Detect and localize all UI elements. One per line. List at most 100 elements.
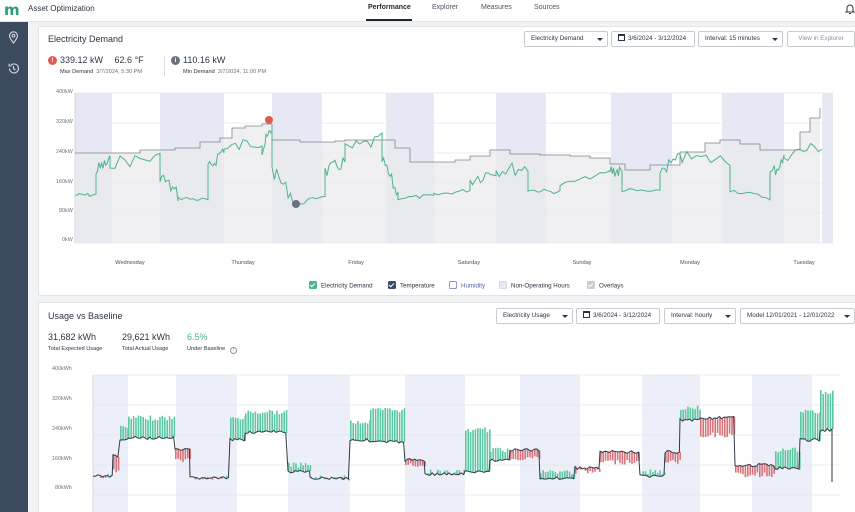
checkbox-icon [587, 281, 595, 289]
under-baseline-bar [628, 452, 631, 463]
non-operating-band [752, 375, 812, 512]
legend-humidity[interactable]: Humidity [449, 281, 485, 290]
over-baseline-bar [779, 451, 782, 467]
under-baseline-bar [519, 450, 522, 461]
over-baseline-bar [822, 394, 824, 430]
over-baseline-bar [273, 414, 276, 431]
over-baseline-bar [382, 409, 384, 442]
over-baseline-bar [497, 447, 499, 461]
under-baseline-bar [728, 416, 731, 434]
over-baseline-bar [254, 411, 257, 434]
legend-electricity-demand[interactable]: Electricity Demand [309, 281, 373, 290]
over-baseline-bar [366, 423, 369, 439]
over-baseline-bar [394, 410, 396, 442]
under-baseline-bar [604, 451, 607, 461]
under-baseline-bar [117, 456, 120, 471]
over-baseline-bar [502, 450, 504, 461]
legend-temperature[interactable]: Temperature [388, 281, 435, 290]
non-operating-band [176, 375, 237, 512]
legend-label: Electricity Demand [321, 282, 373, 290]
over-baseline-bar [377, 408, 379, 442]
under-baseline-bar [602, 452, 604, 463]
legend-overlays[interactable]: Overlays [587, 281, 623, 290]
over-baseline-bar [391, 410, 394, 441]
over-baseline-bar [159, 417, 161, 437]
over-baseline-bar [547, 471, 549, 479]
over-baseline-bar [354, 423, 357, 441]
over-baseline-bar [832, 390, 834, 429]
over-baseline-bar [374, 408, 377, 442]
over-baseline-bar [379, 408, 382, 441]
legend-label: Overlays [599, 282, 624, 290]
over-baseline-bar [135, 417, 137, 437]
under-baseline-bar [405, 461, 407, 466]
checkbox-icon [449, 281, 457, 289]
over-baseline-bar [166, 420, 168, 438]
over-baseline-bar [304, 463, 307, 473]
under-baseline-bar [744, 465, 747, 478]
under-baseline-bar [754, 466, 756, 476]
over-baseline-bar [144, 418, 147, 438]
under-baseline-bar [524, 449, 526, 460]
over-baseline-bar [384, 408, 386, 442]
over-baseline-bar [787, 450, 789, 469]
over-baseline-bar [642, 471, 644, 476]
over-baseline-bar [247, 410, 249, 434]
under-baseline-bar [534, 449, 536, 457]
checkbox-icon [309, 281, 317, 289]
legend-non-operating-hours[interactable]: Non-Operating Hours [499, 281, 570, 290]
under-baseline-bar [587, 469, 589, 474]
non-operating-band [642, 375, 700, 512]
over-baseline-bar [492, 448, 494, 460]
over-baseline-bar [261, 412, 264, 433]
over-baseline-bar [814, 412, 816, 439]
under-baseline-bar [731, 417, 733, 436]
under-baseline-bar [187, 448, 189, 459]
over-baseline-bar [469, 432, 472, 472]
non-operating-band [822, 93, 833, 243]
over-baseline-bar [824, 391, 827, 432]
over-baseline-bar [300, 462, 302, 471]
over-baseline-bar [281, 413, 283, 432]
under-baseline-bar [412, 460, 414, 466]
over-baseline-bar [504, 452, 506, 460]
over-baseline-bar [807, 410, 809, 441]
over-baseline-bar [264, 412, 266, 432]
over-baseline-bar [350, 420, 352, 441]
over-baseline-bar [307, 464, 309, 472]
under-baseline-bar [514, 448, 517, 460]
over-baseline-bar [549, 470, 552, 479]
under-baseline-bar [702, 418, 704, 438]
under-baseline-bar [739, 465, 742, 474]
over-baseline-bar [684, 409, 687, 420]
over-baseline-bar [362, 423, 364, 441]
under-baseline-bar [742, 466, 744, 475]
day-label: Saturday [457, 260, 481, 266]
over-baseline-bar [352, 423, 354, 440]
under-baseline-bar [184, 448, 187, 460]
under-baseline-bar [763, 463, 766, 473]
under-baseline-bar [529, 450, 531, 458]
over-baseline-bar [259, 413, 261, 431]
under-baseline-bar [719, 416, 721, 436]
under-baseline-bar [419, 459, 421, 466]
over-baseline-bar [484, 427, 486, 473]
over-baseline-bar [542, 470, 544, 479]
over-baseline-bar [137, 415, 140, 438]
over-baseline-bar [122, 426, 124, 440]
over-baseline-bar [152, 420, 154, 440]
over-baseline-bar [456, 470, 458, 475]
over-baseline-bar [401, 410, 403, 442]
under-baseline-bar [517, 449, 519, 461]
over-baseline-bar [168, 416, 171, 439]
legend-label: Humidity [461, 282, 486, 290]
under-baseline-bar [724, 417, 726, 438]
over-baseline-bar [128, 416, 130, 439]
over-baseline-bar [403, 408, 406, 443]
under-baseline-bar [756, 466, 759, 473]
over-baseline-bar [784, 450, 787, 467]
under-baseline-bar [759, 463, 761, 478]
under-baseline-bar [712, 419, 714, 433]
over-baseline-bar [396, 410, 398, 441]
over-baseline-bar [164, 417, 166, 439]
